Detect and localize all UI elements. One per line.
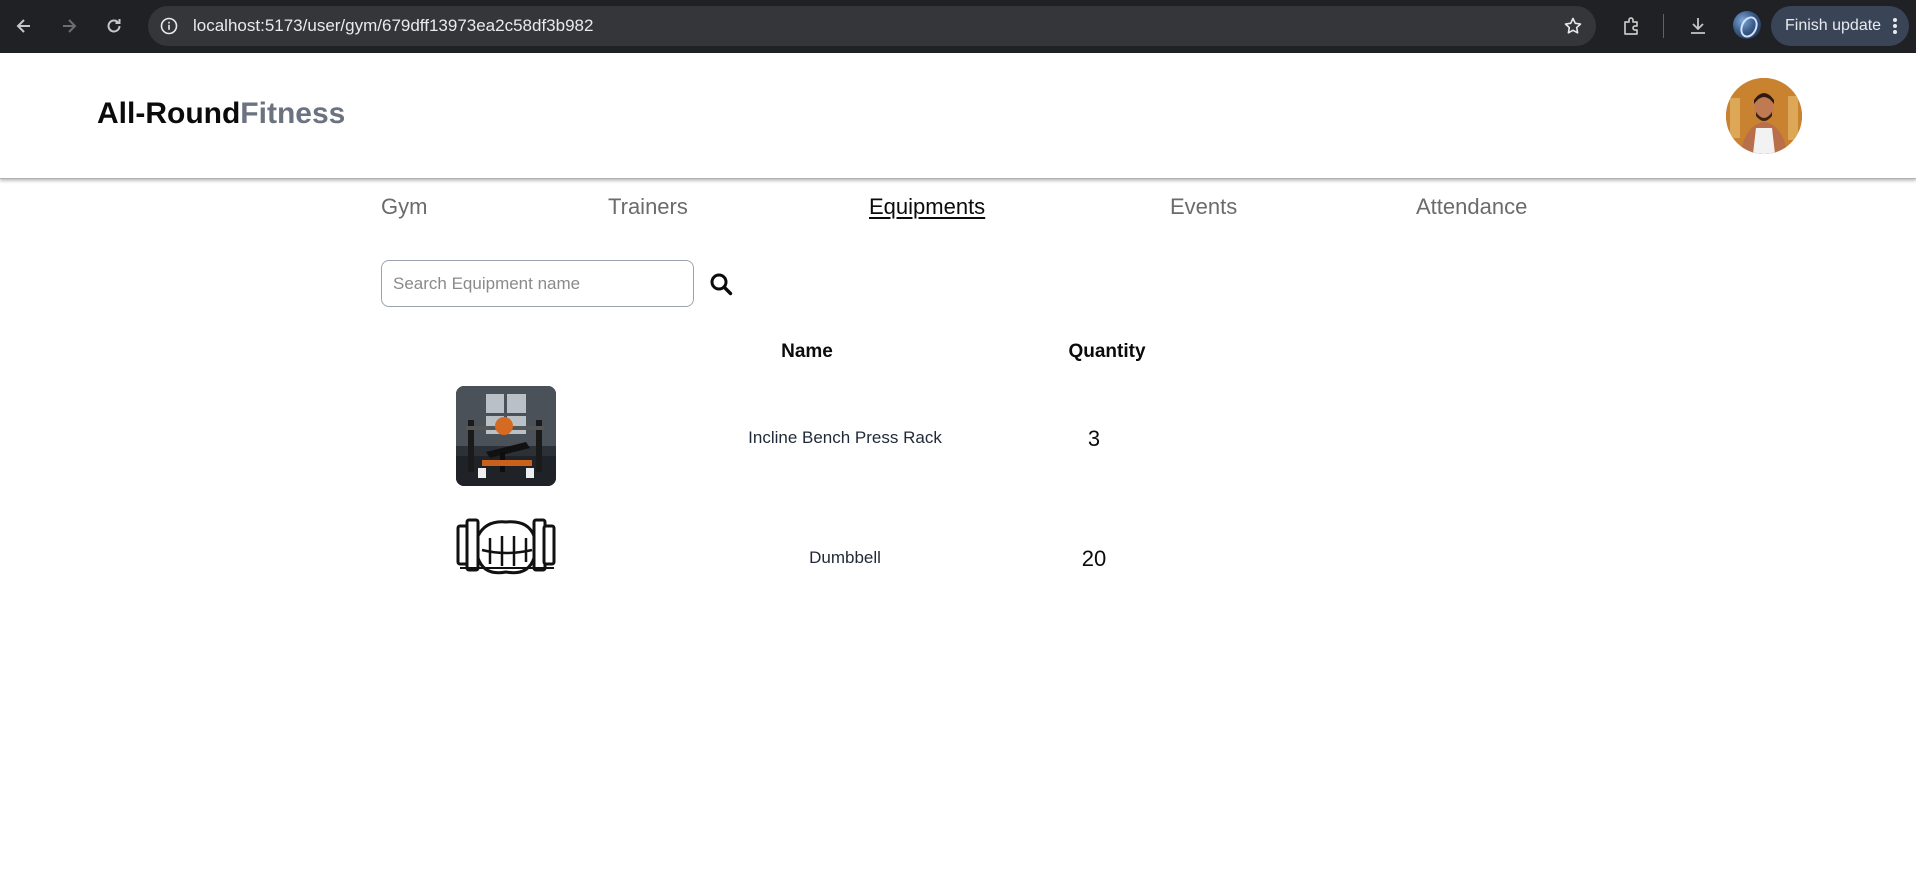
address-bar[interactable]: localhost:5173/user/gym/679dff13973ea2c5… (148, 6, 1596, 46)
brand-logo[interactable]: All-RoundFitness (97, 97, 345, 131)
tab-trainers[interactable]: Trainers (608, 194, 688, 220)
url-text[interactable]: localhost:5173/user/gym/679dff13973ea2c5… (193, 6, 593, 46)
column-header-name: Name (781, 341, 833, 362)
extensions-icon[interactable] (1617, 11, 1647, 41)
avatar-person-icon (1726, 78, 1802, 154)
reload-button[interactable] (98, 10, 130, 42)
forward-arrow-icon (63, 19, 77, 33)
table-row: Dumbbell 20 (440, 506, 1180, 610)
search-button[interactable] (707, 270, 735, 298)
equipment-name: Dumbbell (809, 548, 881, 567)
equipment-quantity: 3 (1087, 426, 1101, 451)
toolbar-separator (1663, 14, 1664, 38)
dumbbell-icon (456, 506, 556, 588)
site-info-icon[interactable] (158, 15, 180, 37)
equipment-image-incline-bench (456, 386, 556, 486)
search-input[interactable] (381, 260, 694, 307)
downloads-icon[interactable] (1683, 11, 1713, 41)
browser-profile-icon[interactable] (1733, 11, 1761, 39)
tab-attendance[interactable]: Attendance (1416, 194, 1527, 220)
app-header: All-RoundFitness (0, 53, 1916, 179)
browser-toolbar: localhost:5173/user/gym/679dff13973ea2c5… (0, 0, 1916, 53)
equipment-quantity: 20 (1081, 546, 1107, 571)
brand-part-1: All-Round (97, 97, 241, 130)
more-options-icon (1893, 18, 1897, 34)
table-row: Incline Bench Press Rack 3 (440, 386, 1180, 490)
back-arrow-icon (16, 19, 30, 33)
finish-update-label: Finish update (1785, 17, 1882, 34)
tab-events[interactable]: Events (1170, 194, 1237, 220)
column-header-quantity: Quantity (1068, 341, 1146, 362)
user-avatar[interactable] (1726, 78, 1802, 154)
tab-equipments[interactable]: Equipments (869, 194, 985, 220)
finish-update-button[interactable]: Finish update (1771, 6, 1909, 46)
search-icon (710, 273, 733, 296)
forward-button[interactable] (53, 10, 85, 42)
equipment-name: Incline Bench Press Rack (748, 428, 942, 447)
reload-icon (107, 19, 121, 33)
back-button[interactable] (8, 10, 40, 42)
brand-part-2: Fitness (240, 97, 346, 130)
bookmark-star-icon[interactable] (1562, 15, 1584, 37)
tab-gym[interactable]: Gym (381, 194, 427, 220)
